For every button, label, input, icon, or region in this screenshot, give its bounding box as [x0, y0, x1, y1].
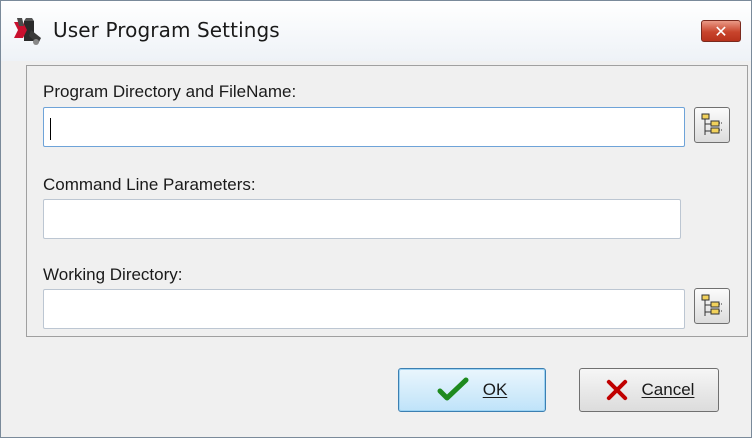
ok-button[interactable]: OK — [398, 368, 546, 412]
cancel-label: Cancel — [641, 380, 695, 399]
text-caret — [50, 118, 51, 140]
close-icon: ✕ — [714, 21, 728, 41]
settings-group: Program Directory and FileName: Command … — [26, 65, 748, 337]
command-params-label: Command Line Parameters: — [43, 175, 256, 194]
folder-tree-icon — [701, 294, 722, 316]
close-button[interactable]: ✕ — [701, 20, 741, 42]
user-program-icon — [14, 18, 41, 45]
working-dir-input[interactable] — [43, 289, 685, 329]
ok-label: OK — [482, 380, 508, 399]
folder-tree-icon — [701, 113, 722, 135]
cancel-button[interactable]: Cancel — [579, 368, 719, 412]
dialog-window: User Program Settings ✕ Program Director… — [0, 0, 752, 438]
browse-program-button[interactable] — [694, 107, 730, 143]
title-bar[interactable]: User Program Settings ✕ — [1, 1, 751, 61]
check-icon — [437, 377, 469, 401]
program-path-label: Program Directory and FileName: — [43, 82, 297, 101]
program-path-input[interactable] — [43, 107, 685, 147]
x-icon — [606, 379, 627, 401]
command-params-input[interactable] — [43, 199, 681, 239]
working-dir-label: Working Directory: — [43, 265, 183, 284]
window-title: User Program Settings — [53, 18, 280, 42]
browse-workdir-button[interactable] — [694, 288, 730, 324]
